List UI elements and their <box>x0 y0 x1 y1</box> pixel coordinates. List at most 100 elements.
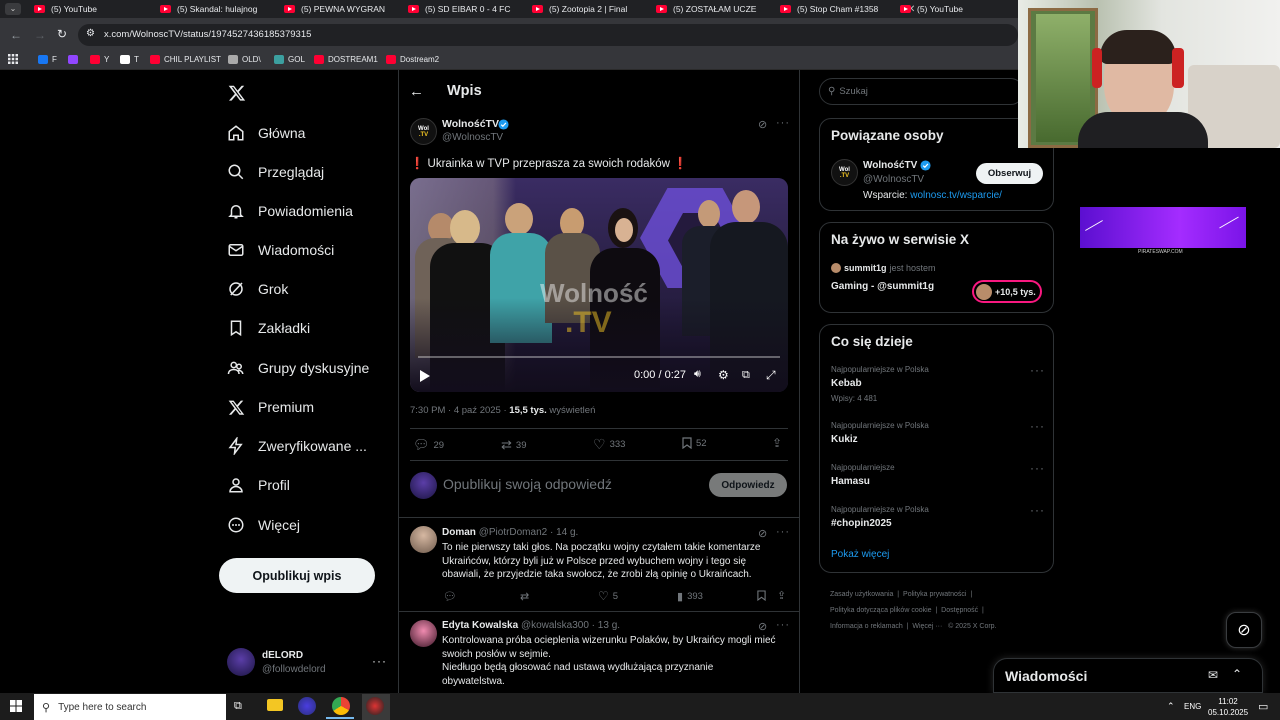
new-message-icon[interactable]: ✉ <box>1208 668 1218 682</box>
author-avatar[interactable]: Wol .TV <box>410 118 437 145</box>
nav-item-zweryfikowane[interactable]: Zweryfikowane ... <box>226 431 367 461</box>
reply-avatar[interactable] <box>410 620 437 647</box>
author-handle[interactable]: @WolnoscTV <box>442 132 503 143</box>
browser-tab[interactable]: (5) PEWNA WYGRAN✕ <box>280 0 419 18</box>
search-input[interactable]: ⚲ Szukaj <box>819 78 1024 105</box>
video-player[interactable]: Wolność .TV 0:00 / 0:27 🔊︎ ⚙ ⧉ ⤢ <box>410 178 788 392</box>
footer-link[interactable]: Więcej ··· <box>912 623 942 630</box>
browser-tab[interactable]: (5) Zootopia 2 | Final✕ <box>528 0 667 18</box>
x-logo-icon[interactable] <box>228 84 246 102</box>
settings-icon[interactable]: ⚙ <box>718 368 729 382</box>
post-timestamp[interactable]: 7:30 PM · 4 paź 2025 · <box>410 405 509 416</box>
language-indicator[interactable]: ENG <box>1184 702 1201 711</box>
play-icon[interactable] <box>420 370 430 382</box>
video-progress-bar[interactable] <box>418 356 780 358</box>
related-name[interactable]: WolnośćTV <box>863 160 917 171</box>
reply-handle[interactable]: @PiotrDoman2 · 14 g. <box>479 527 579 538</box>
bookmark-item[interactable]: T <box>120 55 139 64</box>
reply-avatar[interactable] <box>410 526 437 553</box>
back-arrow-icon[interactable]: ← <box>409 83 424 100</box>
trend-more-icon[interactable]: ··· <box>1030 461 1045 475</box>
related-avatar[interactable]: Wol .TV <box>831 159 858 186</box>
bio-link[interactable]: wolnosc.tv/wsparcie/ <box>910 190 1002 201</box>
clock[interactable]: 11:02 05.10.2025 <box>1208 696 1248 718</box>
bookmark-item[interactable] <box>68 55 82 64</box>
nav-item-powiadomienia[interactable]: Powiadomienia <box>226 196 353 226</box>
tab-search-dropdown[interactable]: ⌄ <box>5 3 21 15</box>
app-icon[interactable] <box>298 697 316 715</box>
browser-tab[interactable]: (5) YouTube✕ <box>30 0 169 18</box>
tray-chevron-icon[interactable]: ⌃ <box>1167 701 1175 712</box>
live-viewers[interactable]: +10,5 tys. <box>972 280 1042 303</box>
reply-icon[interactable]: 💬︎ <box>443 590 457 603</box>
related-handle[interactable]: @WolnoscTV <box>863 174 924 185</box>
bookmark-item[interactable]: GOL <box>274 55 305 64</box>
forward-icon[interactable]: → <box>34 28 46 42</box>
grok-explain-icon[interactable]: ⊘ <box>758 620 767 633</box>
browser-tab[interactable]: (5) Stop Cham #1358 ✕ <box>776 0 915 18</box>
like-action[interactable]: ♡ 333 <box>593 436 625 453</box>
post-more-icon[interactable]: ··· <box>776 117 790 129</box>
browser-tab[interactable]: (5) SD EIBAR 0 - 4 FC✕ <box>404 0 543 18</box>
site-info-icon[interactable]: ⚙ <box>86 28 95 39</box>
stream-title[interactable]: Gaming - @summit1g <box>831 281 934 292</box>
footer-link[interactable]: Dostępność <box>941 607 978 614</box>
url-text[interactable]: x.com/WolnoscTV/status/19745274361853793… <box>104 29 311 40</box>
reply-handle[interactable]: @kowalska300 · 13 g. <box>521 620 620 631</box>
trend-more-icon[interactable]: ··· <box>1030 503 1045 517</box>
nav-item-przeglądaj[interactable]: Przeglądaj <box>226 157 324 187</box>
views-action[interactable]: ▮ 393 <box>677 590 703 603</box>
grok-explain-icon[interactable]: ⊘ <box>758 527 767 540</box>
pip-icon[interactable]: ⧉ <box>742 369 750 382</box>
bookmark-item[interactable]: DOSTREAM1 <box>314 55 378 64</box>
browser-tab[interactable]: (5) ZOSTAŁAM UCZE✕ <box>652 0 791 18</box>
back-icon[interactable]: ← <box>10 28 22 42</box>
notification-icon[interactable]: ▭ <box>1258 700 1268 713</box>
apps-grid-icon[interactable] <box>8 54 18 64</box>
fullscreen-icon[interactable]: ⤢ <box>766 368 776 383</box>
ad-banner[interactable] <box>1080 207 1246 248</box>
share-icon[interactable]: ⇪ <box>777 589 786 602</box>
reply-more-icon[interactable]: ··· <box>776 619 790 631</box>
bookmark-item[interactable]: F <box>38 55 57 64</box>
account-menu-icon[interactable]: ··· <box>372 654 387 668</box>
reply-author[interactable]: Edyta Kowalska <box>442 620 518 631</box>
nav-item-premium[interactable]: Premium <box>226 392 314 422</box>
footer-link[interactable]: Polityka dotycząca plików cookie <box>830 607 932 614</box>
footer-link[interactable]: Zasady użytkowania <box>830 591 893 598</box>
grok-float-icon[interactable]: ⊘ <box>1226 612 1262 648</box>
chrome-icon[interactable] <box>332 697 350 715</box>
nav-item-grupy-dyskusyjne[interactable]: Grupy dyskusyjne <box>226 353 369 383</box>
share-icon[interactable]: ⇪ <box>772 436 782 450</box>
reply-button[interactable]: Odpowiedz <box>709 473 787 497</box>
bookmark-icon[interactable] <box>757 590 766 601</box>
file-explorer-icon[interactable] <box>267 699 283 711</box>
expand-icon[interactable]: ⌃ <box>1232 667 1242 681</box>
live-host[interactable]: summit1g jest hostem <box>831 263 936 273</box>
reply-input[interactable]: Opublikuj swoją odpowiedź <box>443 476 612 492</box>
volume-icon[interactable]: 🔊︎ <box>694 368 701 381</box>
bookmark-item[interactable]: Y <box>90 55 109 64</box>
nav-item-zakładki[interactable]: Zakładki <box>226 313 310 343</box>
messages-drawer[interactable]: Wiadomości ✉ ⌃ <box>993 658 1263 693</box>
account-avatar[interactable] <box>227 648 255 676</box>
obs-icon[interactable] <box>366 697 384 715</box>
windows-start-icon[interactable] <box>10 700 22 712</box>
nav-item-wiadomości[interactable]: Wiadomości <box>226 235 334 265</box>
bookmark-item[interactable]: CHIL PLAYLIST <box>150 55 221 64</box>
reply-author[interactable]: Doman <box>442 527 476 538</box>
browser-tab[interactable]: (5) Skandal: hulajnog✕ <box>156 0 295 18</box>
taskbar-search[interactable]: ⚲ Type here to search <box>34 694 226 720</box>
repost-action[interactable]: ⇄ 39 <box>501 437 526 453</box>
reload-icon[interactable]: ↻ <box>57 27 67 41</box>
trend-more-icon[interactable]: ··· <box>1030 363 1045 377</box>
browser-tab[interactable]: (5) YouTube✕ <box>896 0 1035 18</box>
nav-item-profil[interactable]: Profil <box>226 470 290 500</box>
follow-button[interactable]: Obserwuj <box>976 163 1043 184</box>
repost-icon[interactable]: ⇄ <box>520 590 529 603</box>
bookmark-item[interactable]: OLD\ <box>228 55 261 64</box>
reply-more-icon[interactable]: ··· <box>776 526 790 538</box>
bookmark-action[interactable]: 52 <box>682 437 707 449</box>
author-name[interactable]: WolnośćTV <box>442 118 499 130</box>
reply-action[interactable]: 💬︎ 29 <box>413 437 444 453</box>
